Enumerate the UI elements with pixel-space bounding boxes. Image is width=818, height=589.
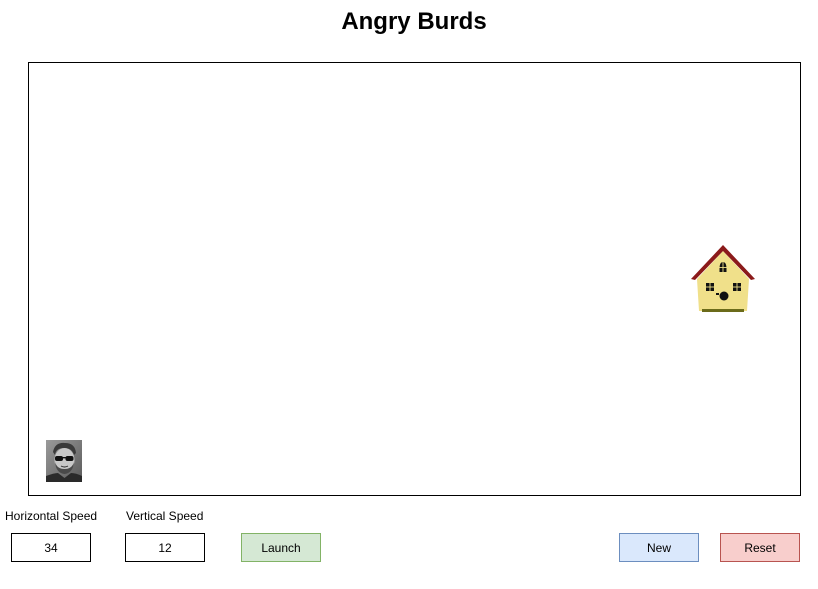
page-title: Angry Burds (341, 8, 487, 35)
vertical-speed-input[interactable] (125, 533, 205, 562)
player-avatar-icon (46, 440, 82, 482)
birdhouse-icon (689, 243, 757, 315)
launch-button[interactable]: Launch (241, 533, 321, 562)
game-page: Angry Burds Horizontal Speed Vertical Sp… (0, 0, 818, 589)
game-canvas[interactable] (28, 62, 801, 496)
new-button[interactable]: New (619, 533, 699, 562)
horizontal-speed-label: Horizontal Speed (5, 509, 98, 523)
vertical-speed-label: Vertical Speed (126, 509, 204, 523)
reset-button[interactable]: Reset (720, 533, 800, 562)
horizontal-speed-input[interactable] (11, 533, 91, 562)
